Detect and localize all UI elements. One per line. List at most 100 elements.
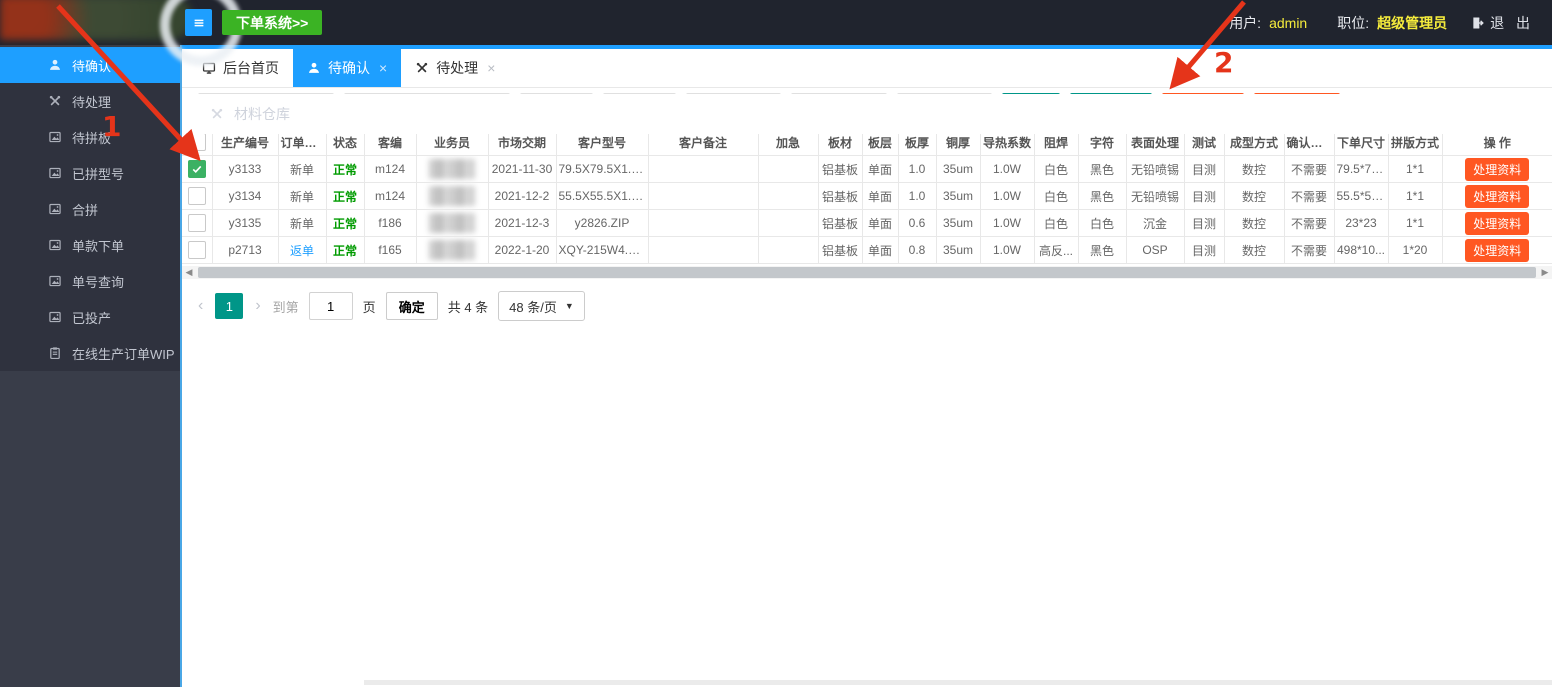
cell: 铝基板 [817,155,863,183]
cell: 单面 [861,209,899,237]
cell: 铝基板 [817,209,863,237]
cell: 黑色 [1077,236,1127,264]
bottom-scroll-strip [364,680,1552,685]
tab-1[interactable]: 待确认 × [293,49,402,87]
sidebar-item-10[interactable]: 合拼 [0,191,180,227]
current-page-button[interactable]: 1 [215,293,244,319]
sidebar-item-label: 材料仓库 [234,106,290,122]
process-data-button[interactable]: 处理资料 [1465,157,1530,181]
cell [415,236,489,264]
cell: y3135 [211,209,279,237]
chevron-down-icon: ▼ [564,301,574,311]
cell: 498*10... [1333,236,1389,264]
sidebar-item-label: 待处理 [72,94,112,110]
order-system-button[interactable]: 下单系统>> [222,10,323,35]
cell: 返单 [277,236,327,264]
close-icon[interactable]: × [487,60,495,76]
cell: 目测 [1183,209,1225,237]
sidebar-item-9[interactable]: 已拼型号 [0,155,180,191]
cell: 无铅喷锡 [1125,155,1185,183]
close-icon[interactable]: × [379,60,387,76]
cell: 高反... [1033,236,1079,264]
redacted-salesperson [429,186,475,206]
row-checkbox[interactable] [187,241,206,259]
cell: 35um [935,209,981,237]
cell: 黑色 [1077,155,1127,183]
cell: p2713 [211,236,279,264]
cell: 正常 [325,209,365,237]
sidebar-item-11[interactable]: 单款下单 [0,227,180,263]
goto-label: 到第 [272,299,299,315]
main-content: 后台首页待确认×待处理× --板 层----板 厚----阻焊颜色----字符颜… [182,49,1552,685]
tab-2[interactable]: 待处理 × [401,49,509,87]
sidebar-item-7[interactable]: 待处理 [0,83,180,119]
process-data-button[interactable]: 处理资料 [1465,184,1530,208]
cell: m124 [363,182,417,210]
confirm-page-button[interactable]: 确定 [385,292,438,320]
cell: 黑色 [1077,182,1127,210]
row-checkbox[interactable] [187,160,206,178]
user-icon [307,61,321,75]
menu-toggle-button[interactable] [185,9,212,36]
user-label: 用户: [1229,14,1262,31]
image-icon [48,130,62,144]
user-icon [48,58,62,72]
sidebar-item-label: 已投产 [72,310,112,326]
sidebar-item-13[interactable]: 已投产 [0,299,180,335]
per-page-select[interactable]: 48 条/页 ▼ [498,291,585,321]
process-data-button[interactable]: 处理资料 [1465,211,1530,235]
page-unit-label: 页 [362,299,376,315]
cell: f165 [363,236,417,264]
sidebar-item-label: 合拼 [72,202,99,218]
sidebar-item-label: 单号查询 [72,274,125,290]
select-all-checkbox[interactable] [187,133,206,151]
table-row: p2713 返单 正常 f165 2022-1-20 XQY-215W4.9-4... 铝基… [182,236,1552,264]
cell: 55.5*55.5 [1333,182,1389,210]
table-body: y3133 新单 正常 m124 2021-11-30 79.5X79.5X1.0.zip… [182,155,1552,264]
row-checkbox[interactable] [187,187,206,205]
cell: 不需要 [1283,182,1335,210]
user-name: admin [1269,14,1308,31]
sidebar-item-label: 待确认 [72,58,112,74]
cell [757,209,819,237]
user-info-area: 用户: admin 职位: 超级管理员 退 出 [1229,0,1534,45]
cell [647,155,759,183]
accent-line [182,45,1552,49]
image-icon [48,202,62,216]
horizontal-scrollbar[interactable]: ◀ ▶ [182,266,1552,279]
sidebar-item-14[interactable]: 在线生产订单WIP [0,335,180,371]
scroll-right-icon[interactable]: ▶ [1538,267,1552,278]
cell: 白色 [1033,209,1079,237]
orders-table: 生产编号 订单类型 状态 客编 业务员 市场交期 客户型号 客户备注 加急 板材 板层 板厚 铜厚 导热系… [182,128,1552,264]
cell: 数控 [1223,236,1285,264]
cell: y2826.ZIP [555,209,649,237]
cell [415,182,489,210]
cell: 目测 [1183,182,1225,210]
table-row: y3134 新单 正常 m124 2021-12-2 55.5X55.5X1.0.zip 铝… [182,182,1552,210]
scrollbar-thumb[interactable] [198,267,1536,278]
position-value: 超级管理员 [1377,14,1448,31]
cell: m124 [363,155,417,183]
cell: 正常 [325,155,365,183]
cell [647,209,759,237]
logout-button[interactable]: 退 出 [1471,13,1534,33]
sidebar-item-label: 待拼板 [72,130,112,146]
next-page-icon[interactable]: › [253,297,262,315]
tab-label: 待处理 [436,60,479,76]
cell: 0.6 [897,209,937,237]
page-number-input[interactable] [308,292,353,320]
table-row: y3133 新单 正常 m124 2021-11-30 79.5X79.5X1.0.zip… [182,155,1552,183]
process-data-button[interactable]: 处理资料 [1465,238,1530,262]
cell: 1*1 [1387,155,1443,183]
cell [647,236,759,264]
cell: 1.0 [897,155,937,183]
row-checkbox[interactable] [187,214,206,232]
sidebar-item-6[interactable]: 待确认 [0,47,180,83]
prev-page-icon[interactable]: ‹ [196,297,205,315]
scroll-left-icon[interactable]: ◀ [182,267,196,278]
sidebar-item-12[interactable]: 单号查询 [0,263,180,299]
sidebar-item-8[interactable]: 待拼板 [0,119,180,155]
sidebar-item-16[interactable]: 材料仓库 [182,94,1552,134]
cell: 79.5X79.5X1.0.zip [555,155,649,183]
cell: 1.0W [979,236,1035,264]
